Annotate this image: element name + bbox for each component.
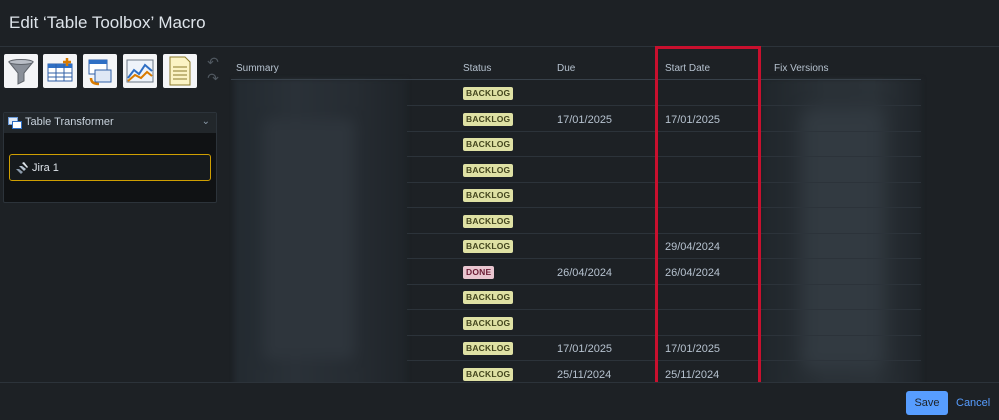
save-button[interactable]: Save [906, 391, 948, 415]
status-badge: BACKLOG [463, 316, 514, 330]
jira-source-item[interactable]: Jira 1 [9, 154, 211, 181]
filter-icon[interactable] [4, 54, 38, 88]
transformer-panel: Table Transformer ⌄ Jira 1 [3, 112, 217, 203]
header-start-date[interactable]: Start Date [665, 63, 710, 74]
due-cell: 26/04/2024 [557, 266, 613, 279]
status-badge: BACKLOG [463, 189, 514, 202]
history-controls: ↶ ↷ [205, 54, 221, 90]
due-cell: 25/11/2024 [557, 368, 612, 381]
table-add-icon[interactable] [43, 54, 77, 88]
table-row: BACKLOG 17/01/2025 17/01/2025 [407, 107, 921, 132]
start-date-cell: 29/04/2024 [665, 241, 721, 253]
status-badge: BACKLOG [463, 138, 514, 151]
dialog-header: Edit ‘Table Toolbox’ Macro [0, 0, 999, 47]
start-date-cell: 17/01/2025 [665, 343, 721, 355]
table-row: BACKLOG [407, 311, 921, 336]
panel-header[interactable]: Table Transformer ⌄ [4, 113, 216, 133]
status-badge: BACKLOG [463, 87, 514, 100]
start-date-cell: 26/04/2024 [665, 266, 721, 279]
table-row: BACKLOG [407, 158, 921, 183]
jira-source-label: Jira 1 [32, 162, 59, 174]
status-badge: BACKLOG [463, 367, 514, 381]
status-badge: BACKLOG [463, 342, 514, 355]
cancel-button[interactable]: Cancel [956, 397, 990, 409]
status-badge: BACKLOG [463, 291, 514, 304]
header-status[interactable]: Status [463, 63, 491, 74]
dialog-footer [0, 382, 999, 420]
table-row: DONE 26/04/2024 26/04/2024 [407, 260, 921, 285]
panel-title: Table Transformer [25, 116, 114, 128]
dialog-title: Edit ‘Table Toolbox’ Macro [9, 13, 206, 32]
due-cell: 17/01/2025 [557, 113, 613, 126]
start-date-cell: 25/11/2024 [665, 368, 720, 381]
table-row: BACKLOG [407, 132, 921, 157]
due-cell: 17/01/2025 [557, 343, 613, 355]
table-row: BACKLOG [407, 209, 921, 234]
header-due[interactable]: Due [557, 63, 575, 74]
redo-icon[interactable]: ↷ [205, 70, 221, 86]
table-header: Summary Status Due Start Date Fix Versio… [231, 56, 921, 80]
table-transformer-icon [8, 117, 22, 129]
status-badge: DONE [463, 265, 495, 279]
table-row: BACKLOG [407, 285, 921, 310]
table-row: BACKLOG 29/04/2024 [407, 234, 921, 259]
status-badge: BACKLOG [463, 214, 514, 228]
summary-column-redacted [234, 79, 407, 391]
table-row: BACKLOG [407, 183, 921, 208]
status-badge: BACKLOG [463, 112, 514, 126]
spreadsheet-icon[interactable] [163, 54, 197, 88]
table-transform-icon[interactable] [83, 54, 117, 88]
table-row: BACKLOG 17/01/2025 17/01/2025 [407, 336, 921, 361]
status-badge: BACKLOG [463, 240, 514, 253]
header-summary[interactable]: Summary [236, 63, 279, 74]
header-fix-versions[interactable]: Fix Versions [774, 63, 828, 74]
undo-icon[interactable]: ↶ [205, 54, 221, 70]
start-date-cell: 17/01/2025 [665, 113, 721, 126]
jira-icon [16, 162, 28, 174]
chevron-down-icon[interactable]: ⌄ [202, 116, 210, 127]
chart-icon[interactable] [123, 54, 157, 88]
status-badge: BACKLOG [463, 163, 514, 177]
table-row: BACKLOG [407, 81, 921, 106]
